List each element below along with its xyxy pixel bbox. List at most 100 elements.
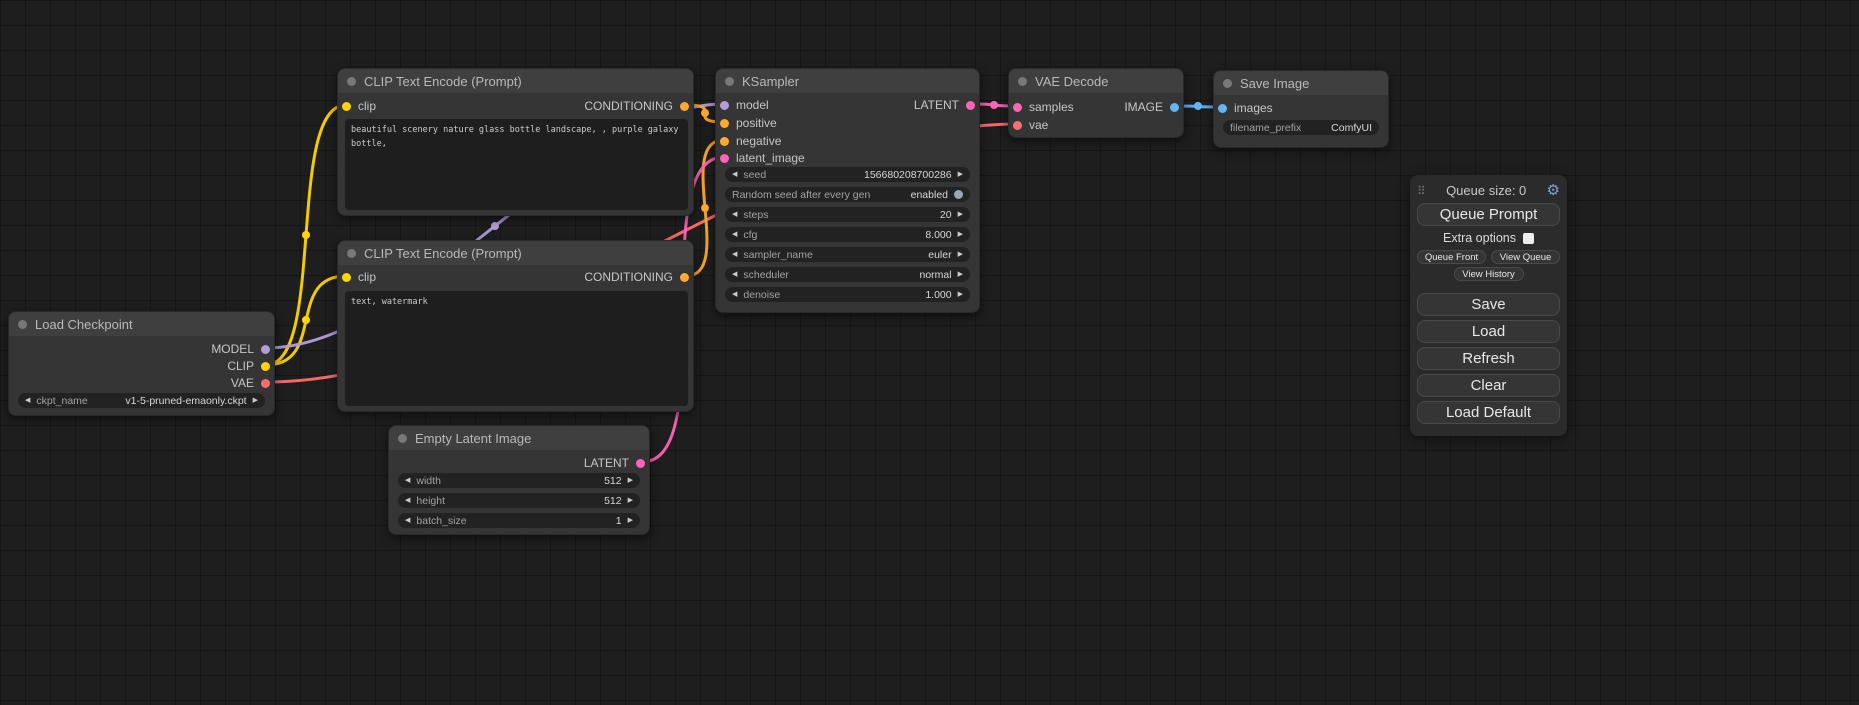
slot-dot-conditioning[interactable] [680, 102, 689, 111]
drag-handle-icon[interactable]: ⠿ [1417, 184, 1426, 198]
negative-prompt-textarea[interactable]: text, watermark [345, 291, 688, 406]
node-title-bar[interactable]: Empty Latent Image [389, 426, 649, 450]
increment-arrow-icon[interactable]: ▶ [958, 267, 963, 282]
slot-dot-latent-image[interactable] [720, 154, 729, 163]
slot-dot-conditioning[interactable] [680, 273, 689, 282]
node-title-bar[interactable]: CLIP Text Encode (Prompt) [338, 241, 693, 265]
toggle-knob-icon[interactable] [954, 190, 963, 199]
slot-dot-clip[interactable] [342, 273, 351, 282]
slot-dot-clip[interactable] [261, 362, 270, 371]
positive-prompt-textarea[interactable]: beautiful scenery nature glass bottle la… [345, 119, 688, 210]
increment-arrow-icon[interactable]: ▶ [628, 493, 633, 508]
increment-arrow-icon[interactable]: ▶ [628, 473, 633, 488]
output-slot-conditioning[interactable]: CONDITIONING [584, 98, 689, 114]
decrement-arrow-icon[interactable]: ◀ [25, 393, 30, 408]
increment-arrow-icon[interactable]: ▶ [958, 167, 963, 182]
decrement-arrow-icon[interactable]: ◀ [405, 513, 410, 528]
slot-dot-model[interactable] [261, 345, 270, 354]
input-slot-clip[interactable]: clip [342, 269, 376, 285]
slot-dot-positive[interactable] [720, 119, 729, 128]
widget-batch-size[interactable]: ◀ batch_size 1 ▶ [398, 513, 640, 528]
clear-button[interactable]: Clear [1417, 374, 1560, 397]
node-clip-text-encode-positive[interactable]: CLIP Text Encode (Prompt) clip CONDITION… [337, 68, 694, 216]
decrement-arrow-icon[interactable]: ◀ [732, 227, 737, 242]
slot-dot-images[interactable] [1218, 104, 1227, 113]
node-ksampler[interactable]: KSampler model positive negative latent_… [715, 68, 980, 313]
widget-scheduler[interactable]: ◀ scheduler normal ▶ [725, 267, 970, 282]
node-title-bar[interactable]: Load Checkpoint [9, 312, 274, 336]
widget-seed[interactable]: ◀ seed 156680208700286 ▶ [725, 167, 970, 182]
load-default-button[interactable]: Load Default [1417, 401, 1560, 424]
node-title-bar[interactable]: KSampler [716, 69, 979, 93]
decrement-arrow-icon[interactable]: ◀ [405, 493, 410, 508]
input-slot-clip[interactable]: clip [342, 98, 376, 114]
decrement-arrow-icon[interactable]: ◀ [732, 287, 737, 302]
increment-arrow-icon[interactable]: ▶ [958, 287, 963, 302]
node-vae-decode[interactable]: VAE Decode samples vae IMAGE [1008, 68, 1184, 138]
view-history-button[interactable]: View History [1454, 267, 1524, 281]
input-slot-vae[interactable]: vae [1013, 117, 1048, 133]
output-slot-clip[interactable]: CLIP [227, 358, 270, 374]
output-slot-vae[interactable]: VAE [231, 375, 270, 391]
node-title-bar[interactable]: VAE Decode [1009, 69, 1183, 93]
node-load-checkpoint[interactable]: Load Checkpoint MODEL CLIP VAE ◀ ckpt_na… [8, 311, 275, 416]
slot-dot-samples[interactable] [1013, 103, 1022, 112]
input-slot-model[interactable]: model [720, 97, 769, 113]
node-title-bar[interactable]: Save Image [1214, 71, 1388, 95]
widget-sampler-name[interactable]: ◀ sampler_name euler ▶ [725, 247, 970, 262]
collapse-dot-icon[interactable] [1223, 79, 1232, 88]
node-save-image[interactable]: Save Image images filename_prefix ComfyU… [1213, 70, 1389, 148]
settings-gear-icon[interactable]: ⚙ [1547, 183, 1560, 198]
widget-width[interactable]: ◀ width 512 ▶ [398, 473, 640, 488]
decrement-arrow-icon[interactable]: ◀ [732, 207, 737, 222]
increment-arrow-icon[interactable]: ▶ [958, 207, 963, 222]
slot-dot-vae[interactable] [1013, 121, 1022, 130]
increment-arrow-icon[interactable]: ▶ [958, 247, 963, 262]
increment-arrow-icon[interactable]: ▶ [958, 227, 963, 242]
queue-front-button[interactable]: Queue Front [1417, 250, 1486, 264]
node-title-bar[interactable]: CLIP Text Encode (Prompt) [338, 69, 693, 93]
collapse-dot-icon[interactable] [18, 320, 27, 329]
refresh-button[interactable]: Refresh [1417, 347, 1560, 370]
decrement-arrow-icon[interactable]: ◀ [405, 473, 410, 488]
output-slot-conditioning[interactable]: CONDITIONING [584, 269, 689, 285]
widget-filename-prefix[interactable]: filename_prefix ComfyUI [1223, 120, 1379, 135]
collapse-dot-icon[interactable] [725, 77, 734, 86]
slot-dot-image[interactable] [1170, 103, 1179, 112]
input-slot-negative[interactable]: negative [720, 133, 781, 149]
output-slot-image[interactable]: IMAGE [1124, 99, 1179, 115]
input-slot-samples[interactable]: samples [1013, 99, 1074, 115]
save-button[interactable]: Save [1417, 293, 1560, 316]
output-slot-model[interactable]: MODEL [211, 341, 270, 357]
view-queue-button[interactable]: View Queue [1491, 250, 1560, 264]
widget-steps[interactable]: ◀ steps 20 ▶ [725, 207, 970, 222]
output-slot-latent[interactable]: LATENT [914, 97, 975, 113]
widget-denoise[interactable]: ◀ denoise 1.000 ▶ [725, 287, 970, 302]
input-slot-latent-image[interactable]: latent_image [720, 150, 805, 166]
widget-height[interactable]: ◀ height 512 ▶ [398, 493, 640, 508]
widget-ckpt-name[interactable]: ◀ ckpt_name v1-5-pruned-emaonly.ckpt ▶ [18, 393, 265, 408]
slot-dot-clip[interactable] [342, 102, 351, 111]
increment-arrow-icon[interactable]: ▶ [253, 393, 258, 408]
collapse-dot-icon[interactable] [347, 77, 356, 86]
node-clip-text-encode-negative[interactable]: CLIP Text Encode (Prompt) clip CONDITION… [337, 240, 694, 412]
load-button[interactable]: Load [1417, 320, 1560, 343]
slot-dot-latent[interactable] [966, 101, 975, 110]
decrement-arrow-icon[interactable]: ◀ [732, 167, 737, 182]
widget-random-seed-toggle[interactable]: Random seed after every gen enabled [725, 187, 970, 202]
slot-dot-vae[interactable] [261, 379, 270, 388]
node-empty-latent-image[interactable]: Empty Latent Image LATENT ◀ width 512 ▶ … [388, 425, 650, 535]
collapse-dot-icon[interactable] [347, 249, 356, 258]
slot-dot-latent[interactable] [636, 459, 645, 468]
input-slot-images[interactable]: images [1218, 100, 1273, 116]
extra-options-checkbox[interactable] [1523, 233, 1534, 244]
slot-dot-negative[interactable] [720, 137, 729, 146]
output-slot-latent[interactable]: LATENT [584, 455, 645, 471]
increment-arrow-icon[interactable]: ▶ [628, 513, 633, 528]
queue-prompt-button[interactable]: Queue Prompt [1417, 203, 1560, 226]
collapse-dot-icon[interactable] [398, 434, 407, 443]
widget-cfg[interactable]: ◀ cfg 8.000 ▶ [725, 227, 970, 242]
decrement-arrow-icon[interactable]: ◀ [732, 247, 737, 262]
input-slot-positive[interactable]: positive [720, 115, 777, 131]
slot-dot-model[interactable] [720, 101, 729, 110]
